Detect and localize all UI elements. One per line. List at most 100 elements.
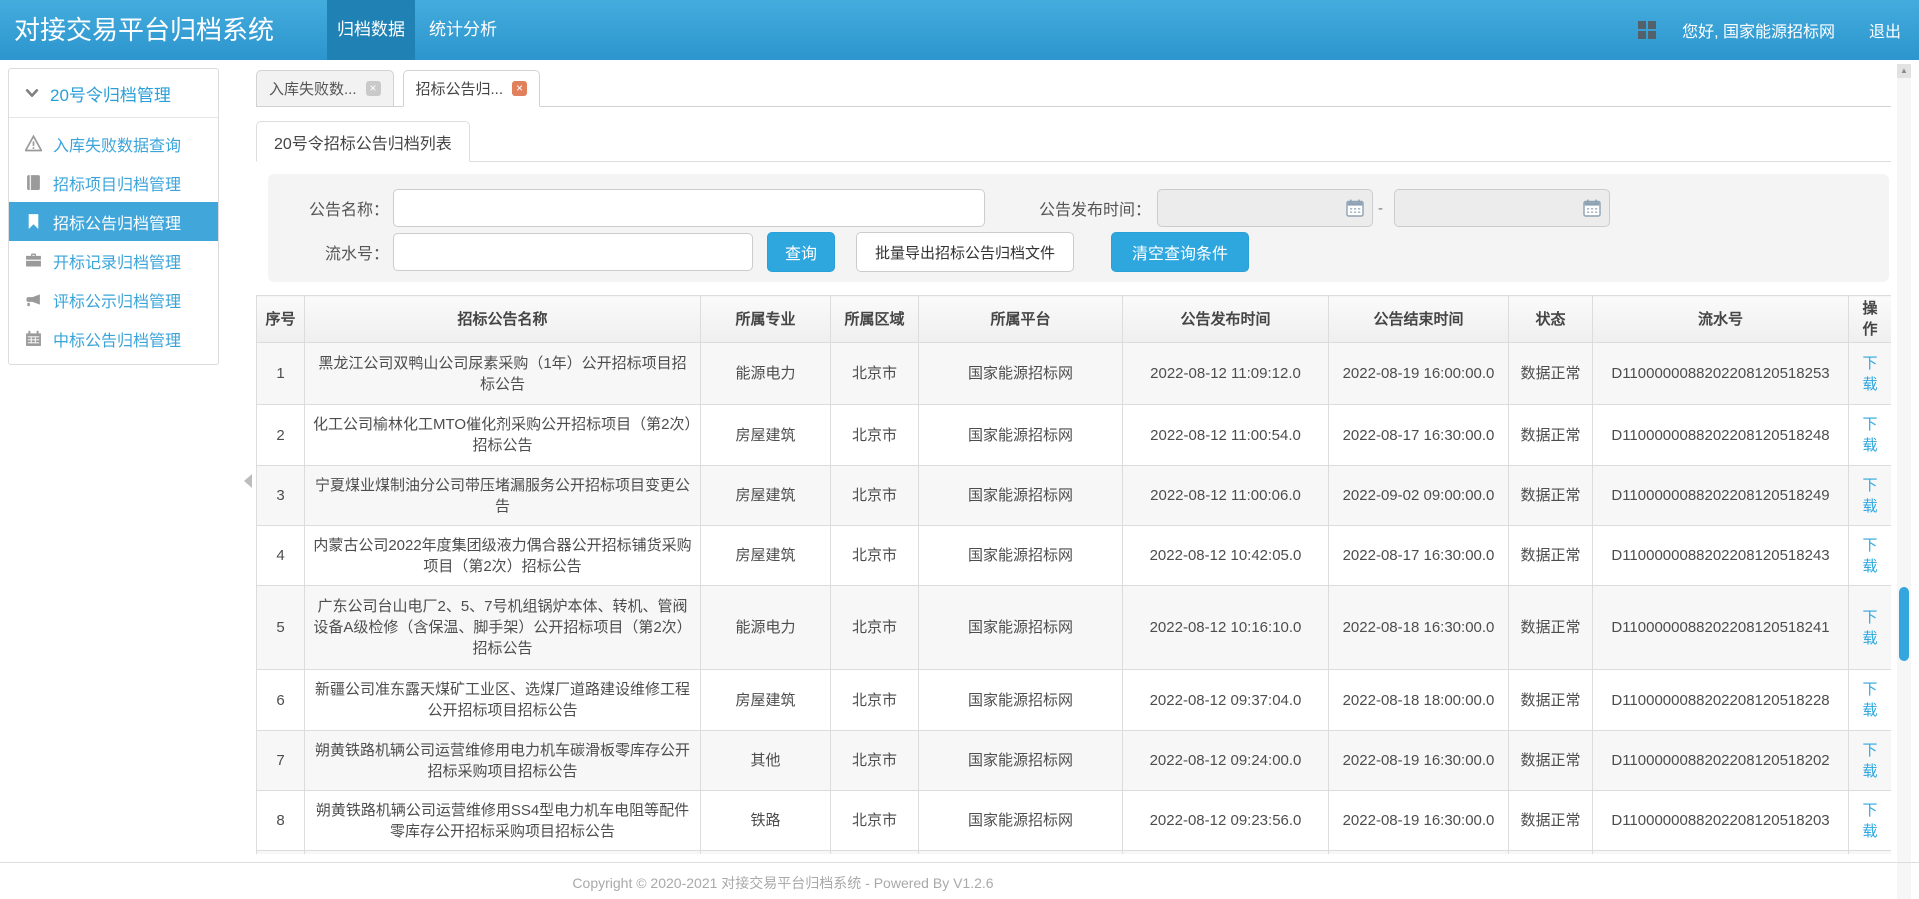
calendar-icon [25, 330, 42, 347]
date-from-input[interactable] [1157, 189, 1373, 227]
cell-platform: 国家能源招标网 [919, 731, 1123, 791]
user-greeting: 您好, 国家能源招标网 [1682, 18, 1835, 42]
apps-grid-icon[interactable] [1638, 21, 1656, 39]
download-link[interactable]: 下载 [1862, 355, 1877, 393]
announcement-name-label: 公告名称： [268, 196, 389, 220]
download-link[interactable]: 下载 [1862, 681, 1877, 719]
announcement-name-input[interactable] [393, 189, 985, 227]
status-badge: 数据正常 [1509, 343, 1593, 405]
cell-index: 4 [257, 526, 305, 586]
cell-serial: D1100000088202208120518203 [1593, 791, 1849, 851]
cell-index: 2 [257, 405, 305, 466]
sidebar-group-header[interactable]: 20号令归档管理 [9, 69, 218, 118]
table-row: 1 黑龙江公司双鸭山公司尿素采购（1年）公开招标项目招标公告 能源电力 北京市 … [257, 343, 1892, 405]
cell-platform: 国家能源招标网 [919, 466, 1123, 526]
chevron-down-icon [25, 86, 39, 100]
sidebar-item-0[interactable]: 入库失败数据查询 [9, 124, 218, 163]
download-link[interactable]: 下载 [1862, 742, 1877, 780]
scrollbar-thumb[interactable] [1899, 587, 1909, 661]
cell-region: 北京市 [831, 526, 919, 586]
panel-tab-row: 20号令招标公告归档列表 [256, 120, 1891, 162]
table-row: 2 化工公司榆林化工MTO催化剂采购公开招标项目（第2次）招标公告 房屋建筑 北… [257, 405, 1892, 466]
table-row: 4 内蒙古公司2022年度集团级液力偶合器公开招标铺货采购项目（第2次）招标公告… [257, 526, 1892, 586]
cell-index: 5 [257, 586, 305, 670]
main-content: 入库失败数... × 招标公告归... × 20号令招标公告归档列表 公告名称：… [256, 68, 1891, 854]
megaphone-icon [25, 291, 42, 308]
document-tab-label: 招标公告归... [416, 78, 504, 99]
sidebar-item-3[interactable]: 开标记录归档管理 [9, 241, 218, 280]
cell-major: 房屋建筑 [701, 405, 831, 466]
status-badge: 数据正常 [1509, 670, 1593, 731]
status-badge: 数据正常 [1509, 526, 1593, 586]
top-nav-item-0[interactable]: 归档数据 [327, 0, 415, 60]
cell-index: 8 [257, 791, 305, 851]
cell-announcement-name: 内蒙古公司2022年度集团级液力偶合器公开招标铺货采购项目（第2次）招标公告 [305, 526, 701, 586]
close-icon[interactable]: × [512, 81, 527, 96]
cell-end-time: 2022-08-17 16:30:00.0 [1329, 526, 1509, 586]
sidebar-item-4[interactable]: 评标公示归档管理 [9, 280, 218, 319]
briefcase-icon [25, 252, 42, 269]
table-header-row: 序号 招标公告名称 所属专业 所属区域 所属平台 公告发布时间 公告结束时间 状… [257, 296, 1892, 343]
archive-table-wrap: 序号 招标公告名称 所属专业 所属区域 所属平台 公告发布时间 公告结束时间 状… [256, 295, 1891, 854]
serial-input[interactable] [393, 233, 753, 271]
query-button[interactable]: 查询 [767, 232, 835, 272]
sidebar-item-2[interactable]: 招标公告归档管理 [9, 202, 218, 241]
col-action: 操作 [1849, 296, 1892, 343]
download-link[interactable]: 下载 [1862, 537, 1877, 575]
col-end-time: 公告结束时间 [1329, 296, 1509, 343]
document-tab-1[interactable]: 招标公告归... × [403, 70, 541, 107]
cell-major: 能源电力 [701, 586, 831, 670]
status-badge: 数据正常 [1509, 586, 1593, 670]
document-tab-label: 入库失败数... [269, 78, 357, 99]
document-tabs-bar: 入库失败数... × 招标公告归... × [256, 68, 1891, 107]
serial-label: 流水号： [268, 240, 389, 264]
download-link[interactable]: 下载 [1862, 477, 1877, 515]
col-platform: 所属平台 [919, 296, 1123, 343]
sidebar-item-5[interactable]: 中标公告归档管理 [9, 319, 218, 358]
cell-announcement-name: 新疆公司准东露天煤矿工业区、选煤厂道路建设维修工程公开招标项目招标公告 [305, 670, 701, 731]
scroll-up-arrow-icon[interactable]: ▲ [1897, 64, 1911, 78]
cell-action: 下载 [1849, 526, 1892, 586]
col-announcement-name: 招标公告名称 [305, 296, 701, 343]
panel-tab[interactable]: 20号令招标公告归档列表 [256, 121, 470, 162]
logout-button[interactable]: 退出 [1869, 18, 1901, 42]
cell-region: 北京市 [831, 791, 919, 851]
sidebar-collapse-arrow[interactable] [244, 474, 252, 488]
batch-export-button[interactable]: 批量导出招标公告归档文件 [856, 232, 1074, 272]
cell-announcement-name: 广东公司台山电厂2、5、7号机组锅炉本体、转机、管阀设备A级检修（含保温、脚手架… [305, 586, 701, 670]
cell-publish-time: 2022-08-12 11:00:06.0 [1123, 466, 1329, 526]
bookmark-icon [25, 213, 42, 230]
page-footer: Copyright © 2020-2021 对接交易平台归档系统 - Power… [0, 862, 1919, 893]
sidebar-item-label: 评标公示归档管理 [53, 288, 181, 312]
sidebar-item-label: 入库失败数据查询 [53, 132, 181, 156]
download-link[interactable]: 下载 [1862, 609, 1877, 647]
cell-publish-time: 2022-08-12 10:42:05.0 [1123, 526, 1329, 586]
col-status: 状态 [1509, 296, 1593, 343]
cell-serial: D1100000088202208120518228 [1593, 670, 1849, 731]
cell-end-time: 2022-08-18 18:00:00.0 [1329, 670, 1509, 731]
sidebar-item-1[interactable]: 招标项目归档管理 [9, 163, 218, 202]
calendar-icon[interactable] [1582, 198, 1602, 218]
top-nav: 归档数据 统计分析 [327, 0, 511, 60]
book-icon [25, 174, 42, 191]
app-header: 对接交易平台归档系统 归档数据 统计分析 您好, 国家能源招标网 退出 [0, 0, 1919, 60]
status-badge: 数据正常 [1509, 405, 1593, 466]
cell-major: 其他 [701, 731, 831, 791]
warning-icon [25, 135, 42, 152]
download-link[interactable]: 下载 [1862, 416, 1877, 454]
cell-major: 房屋建筑 [701, 466, 831, 526]
date-to-input[interactable] [1394, 189, 1610, 227]
top-nav-item-1[interactable]: 统计分析 [419, 0, 507, 60]
header-right: 您好, 国家能源招标网 退出 [1638, 0, 1919, 60]
cell-end-time: 2022-08-19 16:30:00.0 [1329, 731, 1509, 791]
search-form: 公告名称： 公告发布时间： - 流水号： 查询 批量导出招标公告归档文件 清空查… [268, 174, 1889, 282]
cell-end-time: 2022-08-18 16:30:00.0 [1329, 586, 1509, 670]
document-tab-0[interactable]: 入库失败数... × [256, 70, 394, 107]
cell-platform: 国家能源招标网 [919, 670, 1123, 731]
clear-conditions-button[interactable]: 清空查询条件 [1111, 232, 1249, 272]
vertical-scrollbar[interactable]: ▲ [1897, 64, 1911, 899]
calendar-icon[interactable] [1345, 198, 1365, 218]
download-link[interactable]: 下载 [1862, 802, 1877, 840]
col-region: 所属区域 [831, 296, 919, 343]
close-icon[interactable]: × [366, 81, 381, 96]
